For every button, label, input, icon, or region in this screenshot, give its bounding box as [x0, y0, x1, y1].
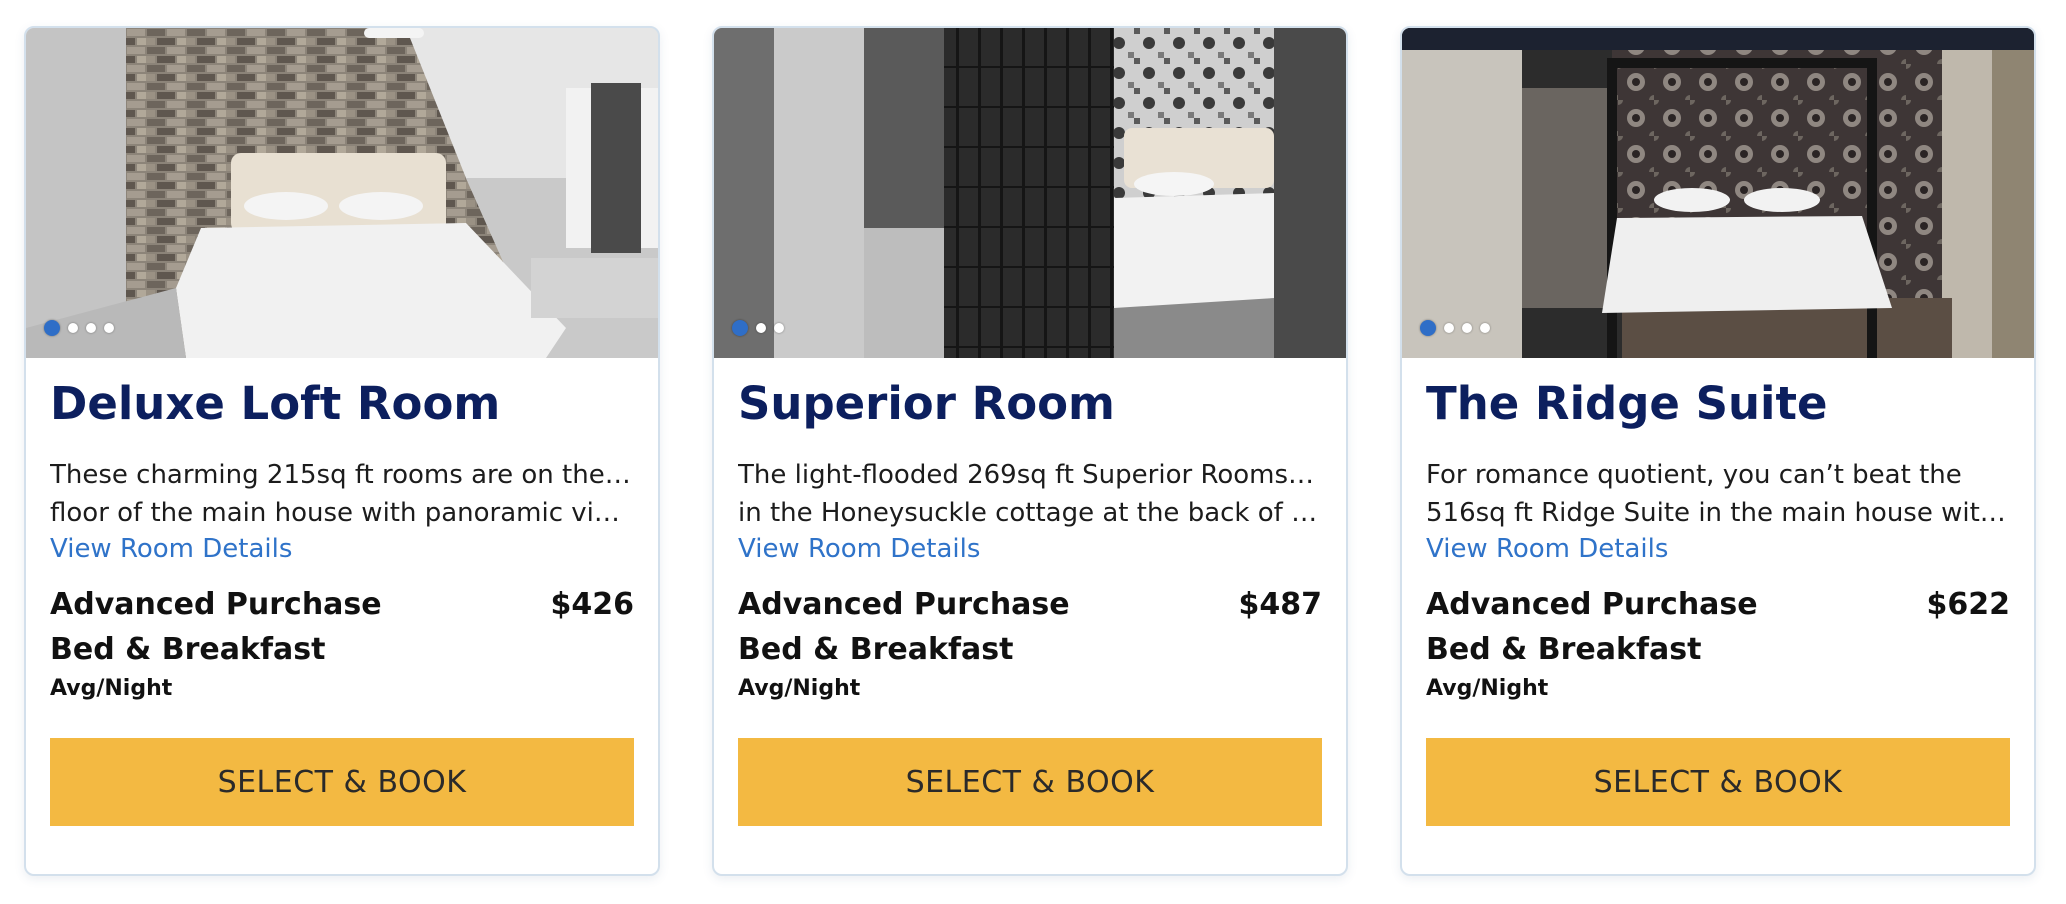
carousel-dot-active[interactable]: [44, 320, 60, 336]
room-card: Deluxe Loft Room These charming 215sq ft…: [24, 26, 660, 876]
room-photo-carousel[interactable]: [1402, 28, 2034, 358]
room-price: $426: [550, 587, 635, 622]
carousel-dot[interactable]: [68, 323, 78, 333]
room-photo: [1402, 28, 2034, 358]
carousel-dots: [732, 320, 784, 336]
room-photo: [714, 28, 1346, 358]
room-description-line: For romance quotient, you can’t beat the: [1426, 460, 1962, 490]
rate-plan: Bed & Breakfast: [50, 632, 326, 667]
room-card: The Ridge Suite For romance quotient, yo…: [1400, 26, 2036, 876]
carousel-dot[interactable]: [1480, 323, 1490, 333]
rate-name: Advanced Purchase: [1426, 587, 1758, 622]
rate-name: Advanced Purchase: [50, 587, 382, 622]
view-room-details-link[interactable]: View Room Details: [1426, 532, 1668, 566]
room-title: Superior Room: [738, 377, 1115, 430]
carousel-dot[interactable]: [1462, 323, 1472, 333]
rate-name: Advanced Purchase: [738, 587, 1070, 622]
view-room-details-link[interactable]: View Room Details: [738, 532, 980, 566]
rate-plan: Bed & Breakfast: [1426, 632, 1702, 667]
carousel-dot-active[interactable]: [1420, 320, 1436, 336]
price-note: Avg/Night: [738, 676, 861, 701]
carousel-dots: [44, 320, 114, 336]
carousel-dot-active[interactable]: [732, 320, 748, 336]
carousel-dot[interactable]: [104, 323, 114, 333]
room-price: $487: [1238, 587, 1323, 622]
room-description-line: in the Honeysuckle cottage at the back o…: [738, 498, 1322, 528]
room-description-line: floor of the main house with panoramic v…: [50, 498, 634, 528]
carousel-dot[interactable]: [1444, 323, 1454, 333]
room-description: The light-flooded 269sq ft Superior Room…: [738, 456, 1322, 532]
room-card: Superior Room The light-flooded 269sq ft…: [712, 26, 1348, 876]
view-room-details-link[interactable]: View Room Details: [50, 532, 292, 566]
carousel-dot[interactable]: [774, 323, 784, 333]
price-note: Avg/Night: [1426, 676, 1549, 701]
price-note: Avg/Night: [50, 676, 173, 701]
rate-row: Advanced Purchase $487: [738, 584, 1322, 626]
room-description: These charming 215sq ft rooms are on the…: [50, 456, 634, 532]
room-photo: [26, 28, 658, 358]
select-and-book-button[interactable]: SELECT & BOOK: [738, 738, 1322, 826]
room-description-line: 516sq ft Ridge Suite in the main house w…: [1426, 498, 2010, 528]
room-photo-carousel[interactable]: [26, 28, 658, 358]
carousel-dots: [1420, 320, 1490, 336]
room-description: For romance quotient, you can’t beat the…: [1426, 456, 2010, 532]
carousel-dot[interactable]: [86, 323, 96, 333]
room-title: Deluxe Loft Room: [50, 377, 501, 430]
room-price: $622: [1926, 587, 2011, 622]
room-cards: Deluxe Loft Room These charming 215sq ft…: [0, 0, 2066, 904]
room-title: The Ridge Suite: [1426, 377, 1828, 430]
select-and-book-button[interactable]: SELECT & BOOK: [1426, 738, 2010, 826]
room-description-line: These charming 215sq ft rooms are on the…: [50, 460, 634, 490]
room-description-line: The light-flooded 269sq ft Superior Room…: [738, 460, 1322, 490]
rate-plan: Bed & Breakfast: [738, 632, 1014, 667]
carousel-dot[interactable]: [756, 323, 766, 333]
select-and-book-button[interactable]: SELECT & BOOK: [50, 738, 634, 826]
room-photo-carousel[interactable]: [714, 28, 1346, 358]
rate-row: Advanced Purchase $426: [50, 584, 634, 626]
rate-row: Advanced Purchase $622: [1426, 584, 2010, 626]
